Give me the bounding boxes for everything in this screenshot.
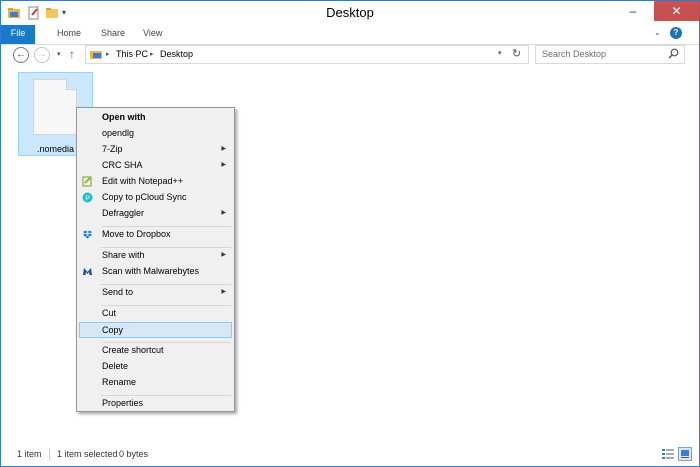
menu-item-label: Open with bbox=[102, 112, 146, 122]
malwarebytes-icon bbox=[82, 266, 93, 277]
help-icon[interactable]: ? bbox=[670, 27, 682, 39]
menu-item-label: Scan with Malwarebytes bbox=[102, 266, 200, 276]
svg-text:P: P bbox=[85, 195, 90, 202]
notepadpp-icon bbox=[82, 176, 93, 187]
submenu-arrow-icon: ▶ bbox=[221, 252, 226, 258]
search-placeholder: Search Desktop bbox=[542, 49, 607, 59]
menu-item-label: Rename bbox=[102, 377, 137, 387]
back-button[interactable]: ← bbox=[13, 47, 29, 63]
menu-item-opendlg[interactable]: opendlg bbox=[79, 126, 232, 141]
breadcrumb-separator-icon[interactable]: ▸ bbox=[106, 50, 110, 58]
minimize-button[interactable]: – bbox=[618, 1, 648, 21]
status-divider bbox=[49, 448, 50, 461]
menu-item-delete[interactable]: Delete bbox=[79, 359, 232, 374]
expand-ribbon-chevron-icon[interactable]: ⌄ bbox=[654, 28, 661, 37]
menu-item-label: CRC SHA bbox=[102, 160, 143, 170]
menu-item-move-dropbox[interactable]: Move to Dropbox bbox=[79, 227, 232, 242]
submenu-arrow-icon: ▶ bbox=[221, 289, 226, 295]
menu-item-scan-malwarebytes[interactable]: Scan with Malwarebytes bbox=[79, 264, 232, 279]
menu-item-copy[interactable]: Copy bbox=[79, 322, 232, 338]
explorer-window: ▾ Desktop – ☐ ✕ File Home Share View ⌄ ?… bbox=[0, 0, 700, 467]
submenu-arrow-icon: ▶ bbox=[221, 210, 226, 216]
refresh-icon[interactable]: ↻ bbox=[512, 47, 521, 60]
window-title: Desktop bbox=[326, 5, 374, 20]
menu-item-7zip[interactable]: 7-Zip ▶ bbox=[79, 142, 232, 157]
breadcrumb-this-pc[interactable]: This PC bbox=[116, 49, 148, 59]
menu-item-cut[interactable]: Cut bbox=[79, 306, 232, 321]
menu-item-rename[interactable]: Rename bbox=[79, 375, 232, 390]
pc-folder-icon bbox=[90, 48, 103, 63]
search-icon bbox=[668, 48, 679, 61]
menu-item-label: Create shortcut bbox=[102, 345, 164, 355]
menu-item-label: 7-Zip bbox=[102, 144, 123, 154]
submenu-arrow-icon: ▶ bbox=[221, 162, 226, 168]
menu-item-label: Send to bbox=[102, 287, 134, 297]
forward-button[interactable]: → bbox=[34, 47, 50, 63]
status-selection: 1 item selected bbox=[57, 449, 118, 459]
breadcrumb-separator-icon[interactable]: ▸ bbox=[150, 50, 154, 58]
status-bar: 1 item 1 item selected 0 bytes bbox=[1, 444, 699, 466]
pcloud-icon: P bbox=[82, 192, 93, 203]
menu-item-create-shortcut[interactable]: Create shortcut bbox=[79, 343, 232, 358]
menu-item-label: Properties bbox=[102, 398, 144, 408]
up-arrow-icon[interactable]: ↑ bbox=[69, 47, 75, 61]
menu-item-edit-notepadpp[interactable]: Edit with Notepad++ bbox=[79, 174, 232, 189]
ribbon-tabs: File Home Share View ⌄ ? bbox=[1, 25, 699, 45]
menu-item-label: Copy bbox=[102, 325, 124, 335]
navigation-bar: ← → ▾ ↑ ▸ This PC ▸ Desktop ▾ ↻ Search D… bbox=[1, 44, 699, 66]
menu-item-defraggler[interactable]: Defraggler ▶ bbox=[79, 206, 232, 221]
menu-item-label: Defraggler bbox=[102, 208, 145, 218]
tab-view[interactable]: View bbox=[135, 25, 170, 44]
recent-locations-chevron-icon[interactable]: ▾ bbox=[57, 50, 61, 58]
status-item-count: 1 item bbox=[17, 449, 42, 459]
menu-item-send-to[interactable]: Send to ▶ bbox=[79, 285, 232, 300]
tab-share[interactable]: Share bbox=[93, 25, 133, 44]
menu-item-label: Share with bbox=[102, 250, 145, 260]
details-view-icon[interactable] bbox=[661, 447, 675, 461]
context-menu: Open with opendlg 7-Zip ▶ CRC SHA ▶ Edit… bbox=[76, 107, 235, 412]
submenu-arrow-icon: ▶ bbox=[221, 146, 226, 152]
close-button[interactable]: ✕ bbox=[654, 1, 699, 21]
menu-item-label: Cut bbox=[102, 308, 117, 318]
title-bar: ▾ Desktop – ☐ ✕ bbox=[1, 1, 699, 25]
address-history-chevron-icon[interactable]: ▾ bbox=[498, 49, 502, 57]
menu-item-share-with[interactable]: Share with ▶ bbox=[79, 248, 232, 263]
dropbox-icon bbox=[82, 229, 93, 240]
menu-item-crc-sha[interactable]: CRC SHA ▶ bbox=[79, 158, 232, 173]
menu-item-label: Copy to pCloud Sync bbox=[102, 192, 187, 202]
blank-file-icon bbox=[33, 79, 77, 135]
breadcrumb-desktop[interactable]: Desktop bbox=[160, 49, 193, 59]
search-input[interactable]: Search Desktop bbox=[535, 45, 685, 64]
menu-item-label: Edit with Notepad++ bbox=[102, 176, 184, 186]
address-bar[interactable]: ▸ This PC ▸ Desktop ▾ ↻ bbox=[85, 45, 529, 64]
menu-item-label: opendlg bbox=[102, 128, 135, 138]
menu-item-copy-pcloud[interactable]: P Copy to pCloud Sync bbox=[79, 190, 232, 205]
menu-item-properties[interactable]: Properties bbox=[79, 396, 232, 411]
tab-home[interactable]: Home bbox=[49, 25, 89, 44]
menu-item-label: Move to Dropbox bbox=[102, 229, 171, 239]
menu-item-label: Delete bbox=[102, 361, 129, 371]
tab-file[interactable]: File bbox=[1, 25, 35, 44]
status-size: 0 bytes bbox=[119, 449, 149, 459]
large-icons-view-icon[interactable] bbox=[678, 447, 692, 461]
menu-item-open-with[interactable]: Open with bbox=[79, 110, 232, 125]
